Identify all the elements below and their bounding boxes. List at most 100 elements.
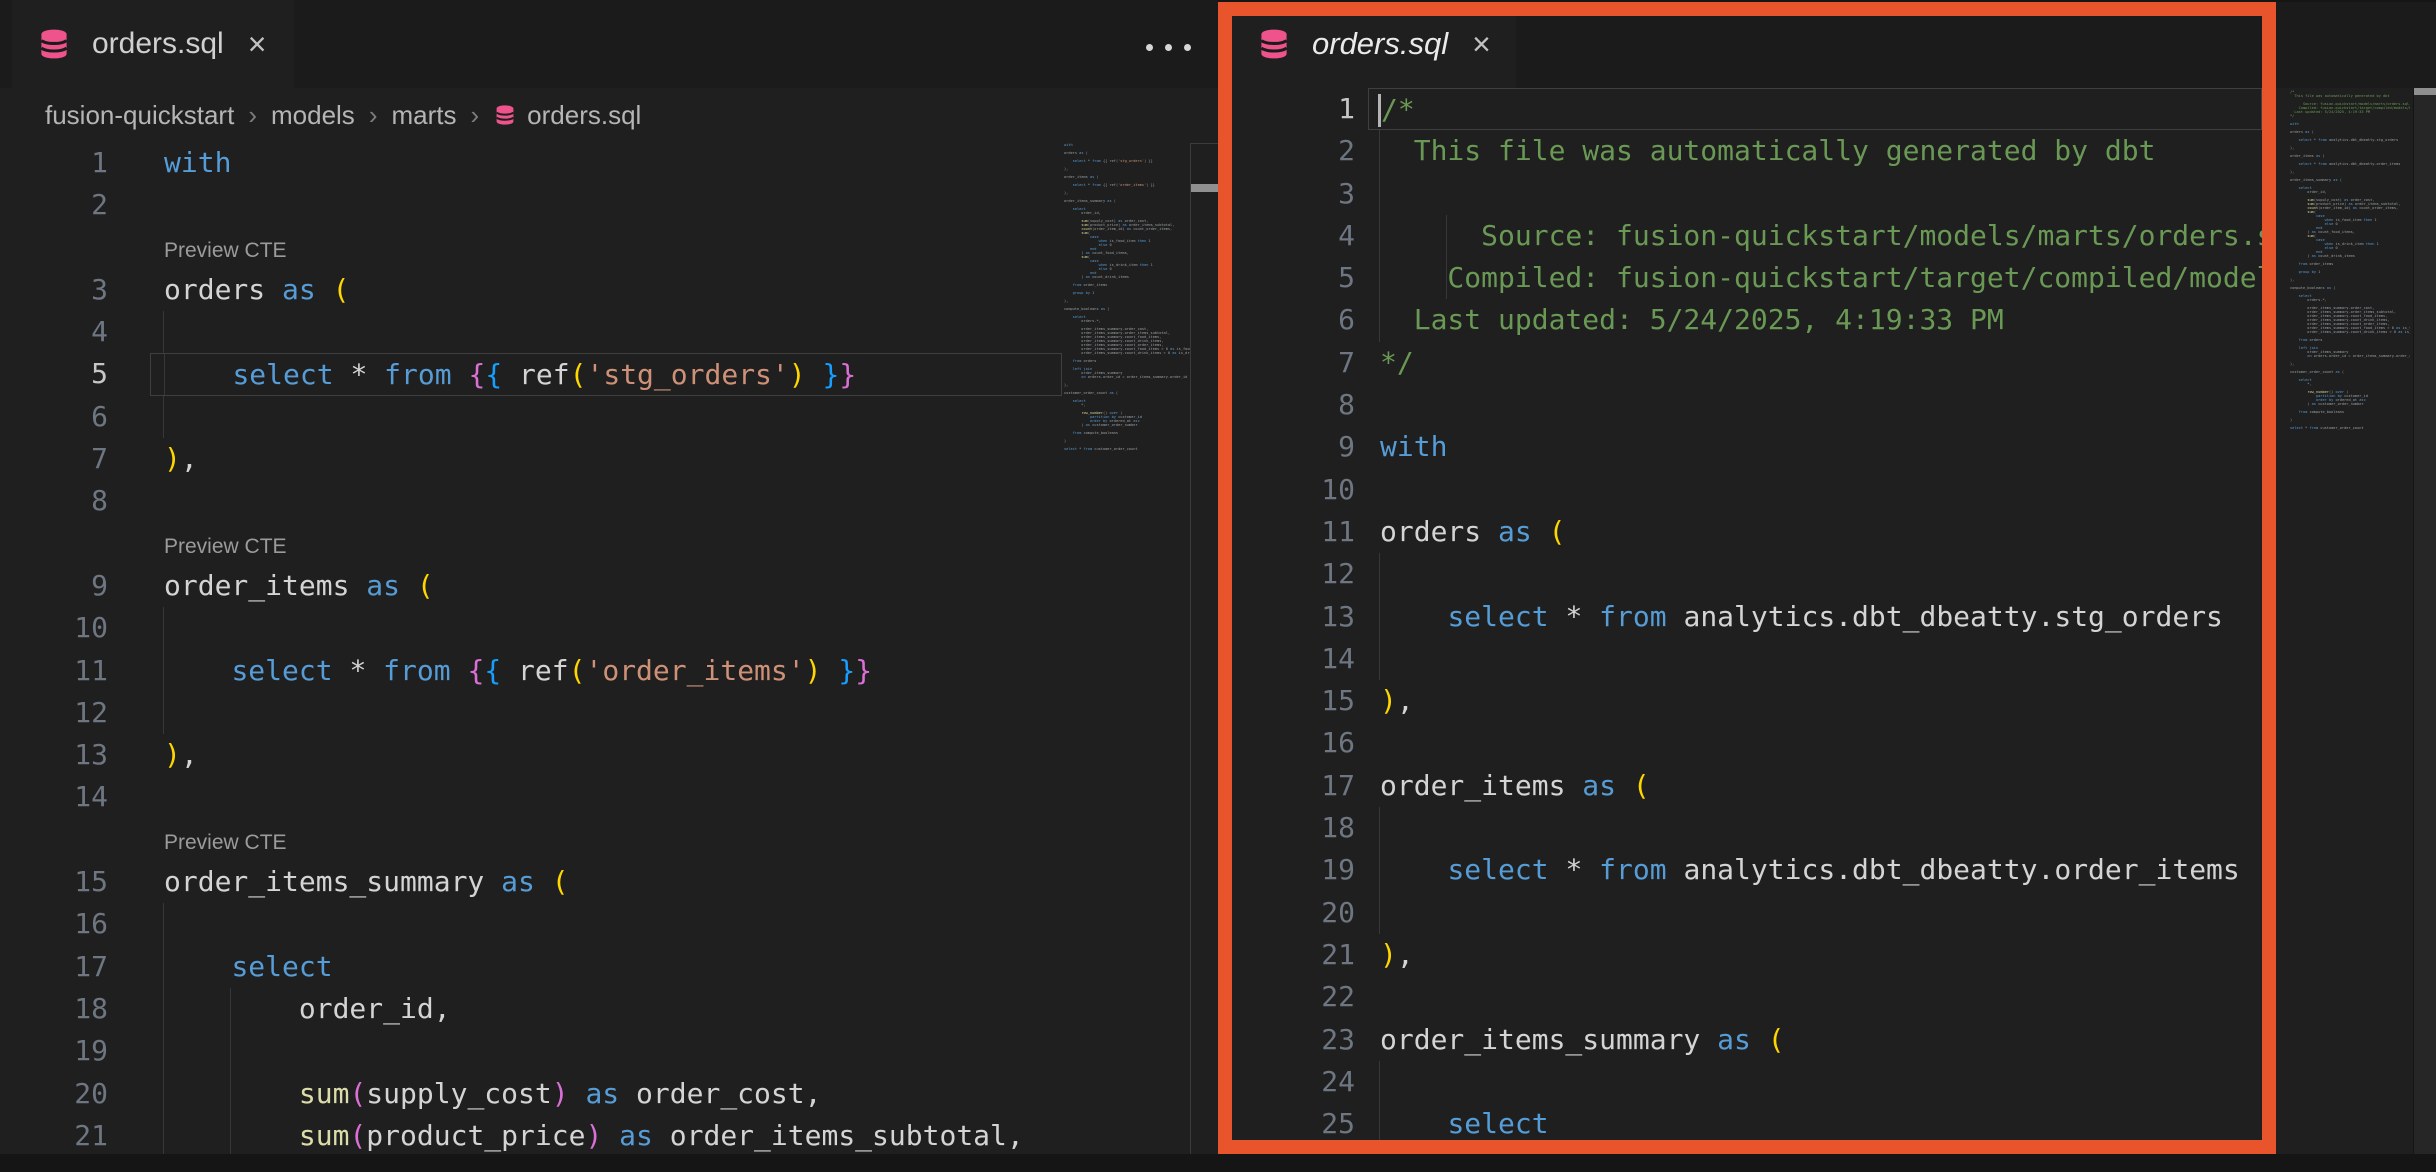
code-line[interactable]: 19 select * from analytics.dbt_dbeatty.o… xyxy=(1218,849,2276,891)
tab-orders-sql-preview[interactable]: orders.sql × xyxy=(1232,0,1516,88)
code-line[interactable]: 5 Compiled: fusion-quickstart/target/com… xyxy=(1218,257,2276,299)
code-line[interactable]: 8 xyxy=(0,480,1218,522)
code-line[interactable]: 8 xyxy=(1218,384,2276,426)
code-text[interactable]: with xyxy=(150,142,1062,184)
scrollbar-thumb[interactable] xyxy=(1191,184,1219,192)
code-text[interactable] xyxy=(150,1030,1062,1072)
codelens-row[interactable]: Preview CTE xyxy=(0,227,1218,269)
code-line[interactable]: 16 xyxy=(0,903,1218,945)
code-line[interactable]: 16 xyxy=(1218,722,2276,764)
code-line[interactable]: 7), xyxy=(0,438,1218,480)
code-text[interactable]: ), xyxy=(150,734,1062,776)
code-text[interactable]: order_items_summary as ( xyxy=(1368,1019,2262,1061)
code-line[interactable]: 4 xyxy=(0,311,1218,353)
right-minimap[interactable]: /* This file was automatically generated… xyxy=(2290,90,2410,1150)
code-line[interactable]: 15), xyxy=(1218,680,2276,722)
code-line[interactable]: 13 select * from analytics.dbt_dbeatty.s… xyxy=(1218,596,2276,638)
codelens-row[interactable]: Preview CTE xyxy=(0,819,1218,861)
code-text[interactable]: select xyxy=(1368,1103,2262,1145)
code-line[interactable]: 7*/ xyxy=(1218,342,2276,384)
code-line[interactable]: 11 select * from {{ ref('order_items') }… xyxy=(0,650,1218,692)
code-text[interactable]: order_items as ( xyxy=(1368,765,2262,807)
code-text[interactable]: sum(supply_cost) as order_cost, xyxy=(150,1073,1062,1115)
code-line[interactable]: 10 xyxy=(0,607,1218,649)
breadcrumb-item-marts[interactable]: marts xyxy=(391,100,456,131)
code-line[interactable]: 21), xyxy=(1218,934,2276,976)
close-icon[interactable]: × xyxy=(248,28,267,60)
code-text[interactable]: Compiled: fusion-quickstart/target/compi… xyxy=(1368,257,2262,299)
tab-orders-sql-left[interactable]: orders.sql × xyxy=(12,0,294,88)
code-line[interactable]: 2 xyxy=(0,184,1218,226)
code-text[interactable]: This file was automatically generated by… xyxy=(1368,130,2262,172)
code-text[interactable]: select * from analytics.dbt_dbeatty.stg_… xyxy=(1368,596,2262,638)
code-line[interactable]: 1/* xyxy=(1218,88,2276,130)
code-text[interactable]: ), xyxy=(150,438,1062,480)
code-line[interactable]: 6 Last updated: 5/24/2025, 4:19:33 PM xyxy=(1218,299,2276,341)
code-text[interactable]: orders as ( xyxy=(1368,511,2262,553)
code-text[interactable] xyxy=(150,607,1062,649)
left-editor-scrollbar[interactable] xyxy=(1190,143,1218,1154)
breadcrumb-item-project[interactable]: fusion-quickstart xyxy=(45,100,234,131)
code-line[interactable]: 2 This file was automatically generated … xyxy=(1218,130,2276,172)
code-text[interactable] xyxy=(1368,807,2262,849)
code-line[interactable]: 18 xyxy=(1218,807,2276,849)
breadcrumb-item-file[interactable]: orders.sql xyxy=(493,100,641,131)
code-text[interactable] xyxy=(1368,638,2262,680)
code-line[interactable]: 22 xyxy=(1218,976,2276,1018)
more-actions-icon[interactable] xyxy=(1146,44,1191,51)
code-line[interactable]: 21 sum(product_price) as order_items_sub… xyxy=(0,1115,1218,1154)
code-line[interactable]: 12 xyxy=(0,692,1218,734)
code-text[interactable]: ), xyxy=(1368,680,2262,722)
code-text[interactable]: Last updated: 5/24/2025, 4:19:33 PM xyxy=(1368,299,2262,341)
code-line[interactable]: 23order_items_summary as ( xyxy=(1218,1019,2276,1061)
code-text[interactable]: /* xyxy=(1368,88,2262,130)
code-line[interactable]: 12 xyxy=(1218,553,2276,595)
code-line[interactable]: 1with xyxy=(0,142,1218,184)
code-text[interactable] xyxy=(150,396,1062,438)
code-line[interactable]: 4 Source: fusion-quickstart/models/marts… xyxy=(1218,215,2276,257)
codelens-row[interactable]: Preview CTE xyxy=(0,523,1218,565)
code-text[interactable] xyxy=(150,692,1062,734)
codelens-text[interactable]: Preview CTE xyxy=(150,523,1062,565)
code-line[interactable]: 20 sum(supply_cost) as order_cost, xyxy=(0,1073,1218,1115)
code-text[interactable] xyxy=(150,776,1062,818)
code-line[interactable]: 11orders as ( xyxy=(1218,511,2276,553)
code-line[interactable]: 9order_items as ( xyxy=(0,565,1218,607)
code-text[interactable]: select * from {{ ref('order_items') }} xyxy=(150,650,1062,692)
code-text[interactable] xyxy=(1368,173,2262,215)
codelens-preview-cte[interactable]: Preview CTE xyxy=(164,831,287,854)
code-line[interactable]: 10 xyxy=(1218,469,2276,511)
code-line[interactable]: 24 xyxy=(1218,1061,2276,1103)
codelens-text[interactable]: Preview CTE xyxy=(150,227,1062,269)
code-text[interactable] xyxy=(150,903,1062,945)
code-text[interactable] xyxy=(150,480,1062,522)
codelens-preview-cte[interactable]: Preview CTE xyxy=(164,535,287,558)
code-text[interactable]: order_items_summary as ( xyxy=(150,861,1062,903)
code-line[interactable]: 13), xyxy=(0,734,1218,776)
code-line[interactable]: 15order_items_summary as ( xyxy=(0,861,1218,903)
code-text[interactable]: ), xyxy=(1368,934,2262,976)
code-text[interactable] xyxy=(150,184,1062,226)
code-text[interactable] xyxy=(1368,384,2262,426)
code-text[interactable] xyxy=(1368,1061,2262,1103)
code-text[interactable] xyxy=(1368,469,2262,511)
codelens-preview-cte[interactable]: Preview CTE xyxy=(164,239,287,262)
close-icon[interactable]: × xyxy=(1472,28,1491,60)
code-line[interactable]: 25 select xyxy=(1218,1103,2276,1145)
code-text[interactable]: orders as ( xyxy=(150,269,1062,311)
code-text[interactable] xyxy=(1368,976,2262,1018)
code-text[interactable]: */ xyxy=(1368,342,2262,384)
code-line[interactable]: 5 select * from {{ ref('stg_orders') }} xyxy=(0,353,1218,395)
code-line[interactable]: 20 xyxy=(1218,892,2276,934)
code-text[interactable]: Source: fusion-quickstart/models/marts/o… xyxy=(1368,215,2262,257)
code-line[interactable]: 6 xyxy=(0,396,1218,438)
codelens-text[interactable]: Preview CTE xyxy=(150,819,1062,861)
code-text[interactable]: order_id, xyxy=(150,988,1062,1030)
left-minimap[interactable]: withorders as ( select * from {{ ref('st… xyxy=(1064,143,1190,1148)
code-text[interactable] xyxy=(1368,553,2262,595)
breadcrumb-item-models[interactable]: models xyxy=(271,100,355,131)
code-text[interactable]: sum(product_price) as order_items_subtot… xyxy=(150,1115,1062,1154)
code-line[interactable]: 19 xyxy=(0,1030,1218,1072)
code-line[interactable]: 3 xyxy=(1218,173,2276,215)
code-text[interactable] xyxy=(150,311,1062,353)
